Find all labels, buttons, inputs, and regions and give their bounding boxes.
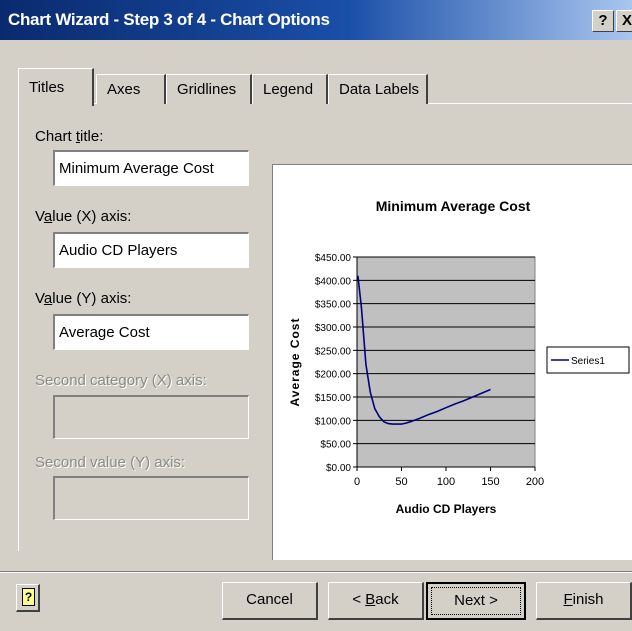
x-tick-label: 200 bbox=[526, 476, 544, 488]
legend-label: Series1 bbox=[571, 356, 605, 367]
x-tick-label: 150 bbox=[481, 476, 499, 488]
x-axis-label: Value (X) axis: bbox=[35, 208, 132, 225]
help-icon: ? bbox=[22, 588, 35, 606]
y-axis-input[interactable]: Average Cost bbox=[53, 314, 249, 350]
chart-title-label: Chart title: bbox=[35, 128, 104, 145]
y-tick-label: $350.00 bbox=[315, 300, 352, 311]
y-tick-label: $150.00 bbox=[315, 393, 352, 404]
cancel-button[interactable]: Cancel bbox=[222, 582, 318, 620]
tab-gridlines[interactable]: Gridlines bbox=[166, 74, 252, 104]
y-tick-label: $50.00 bbox=[320, 440, 351, 451]
x-axis-title: Audio CD Players bbox=[396, 502, 497, 516]
tab-titles[interactable]: Titles bbox=[18, 68, 94, 106]
y-axis-label: Value (Y) axis: bbox=[35, 290, 132, 307]
second-x-axis-label: Second category (X) axis: bbox=[35, 372, 207, 389]
window-title: Chart Wizard - Step 3 of 4 - Chart Optio… bbox=[8, 10, 330, 29]
chart-svg: Minimum Average Cost $0.00 $50.00 $100.00 $1… bbox=[288, 198, 630, 516]
x-tick-label: 100 bbox=[437, 476, 455, 488]
y-tick-label: $450.00 bbox=[315, 253, 352, 264]
chart-wizard-dialog: Titles Axes Gridlines Legend Data Labels… bbox=[0, 40, 632, 631]
y-axis-title: Average Cost bbox=[288, 318, 302, 407]
second-x-axis-input bbox=[53, 395, 249, 439]
chart-title: Minimum Average Cost bbox=[376, 198, 531, 214]
next-button[interactable]: Next > bbox=[426, 582, 526, 620]
x-tick-label: 0 bbox=[354, 476, 360, 488]
close-icon[interactable]: X bbox=[616, 10, 632, 32]
title-bar: Chart Wizard - Step 3 of 4 - Chart Optio… bbox=[0, 0, 632, 40]
y-tick-label: $400.00 bbox=[315, 276, 352, 287]
tab-data-labels[interactable]: Data Labels bbox=[328, 74, 428, 104]
x-tick-label: 50 bbox=[395, 476, 407, 488]
finish-button[interactable]: Finish bbox=[536, 582, 632, 620]
y-tick-label: $250.00 bbox=[315, 346, 352, 357]
y-tick-label: $300.00 bbox=[315, 323, 352, 334]
chart-preview: Minimum Average Cost $0.00 $50.00 $100.00 $1… bbox=[272, 164, 632, 560]
plot-area bbox=[356, 256, 536, 468]
button-divider bbox=[0, 571, 632, 573]
back-button[interactable]: < Back bbox=[328, 582, 424, 620]
tab-legend[interactable]: Legend bbox=[252, 74, 328, 104]
office-assistant-button[interactable]: ? bbox=[16, 584, 40, 612]
help-icon[interactable]: ? bbox=[592, 10, 614, 32]
x-axis-input[interactable]: Audio CD Players bbox=[53, 232, 249, 268]
y-tick-label: $200.00 bbox=[315, 370, 352, 381]
tab-axes[interactable]: Axes bbox=[96, 74, 166, 104]
second-y-axis-label: Second value (Y) axis: bbox=[35, 454, 186, 471]
second-y-axis-input bbox=[53, 476, 249, 520]
y-tick-label: $100.00 bbox=[315, 416, 352, 427]
chart-title-input[interactable]: Minimum Average Cost bbox=[53, 150, 249, 186]
y-tick-label: $0.00 bbox=[326, 463, 351, 474]
